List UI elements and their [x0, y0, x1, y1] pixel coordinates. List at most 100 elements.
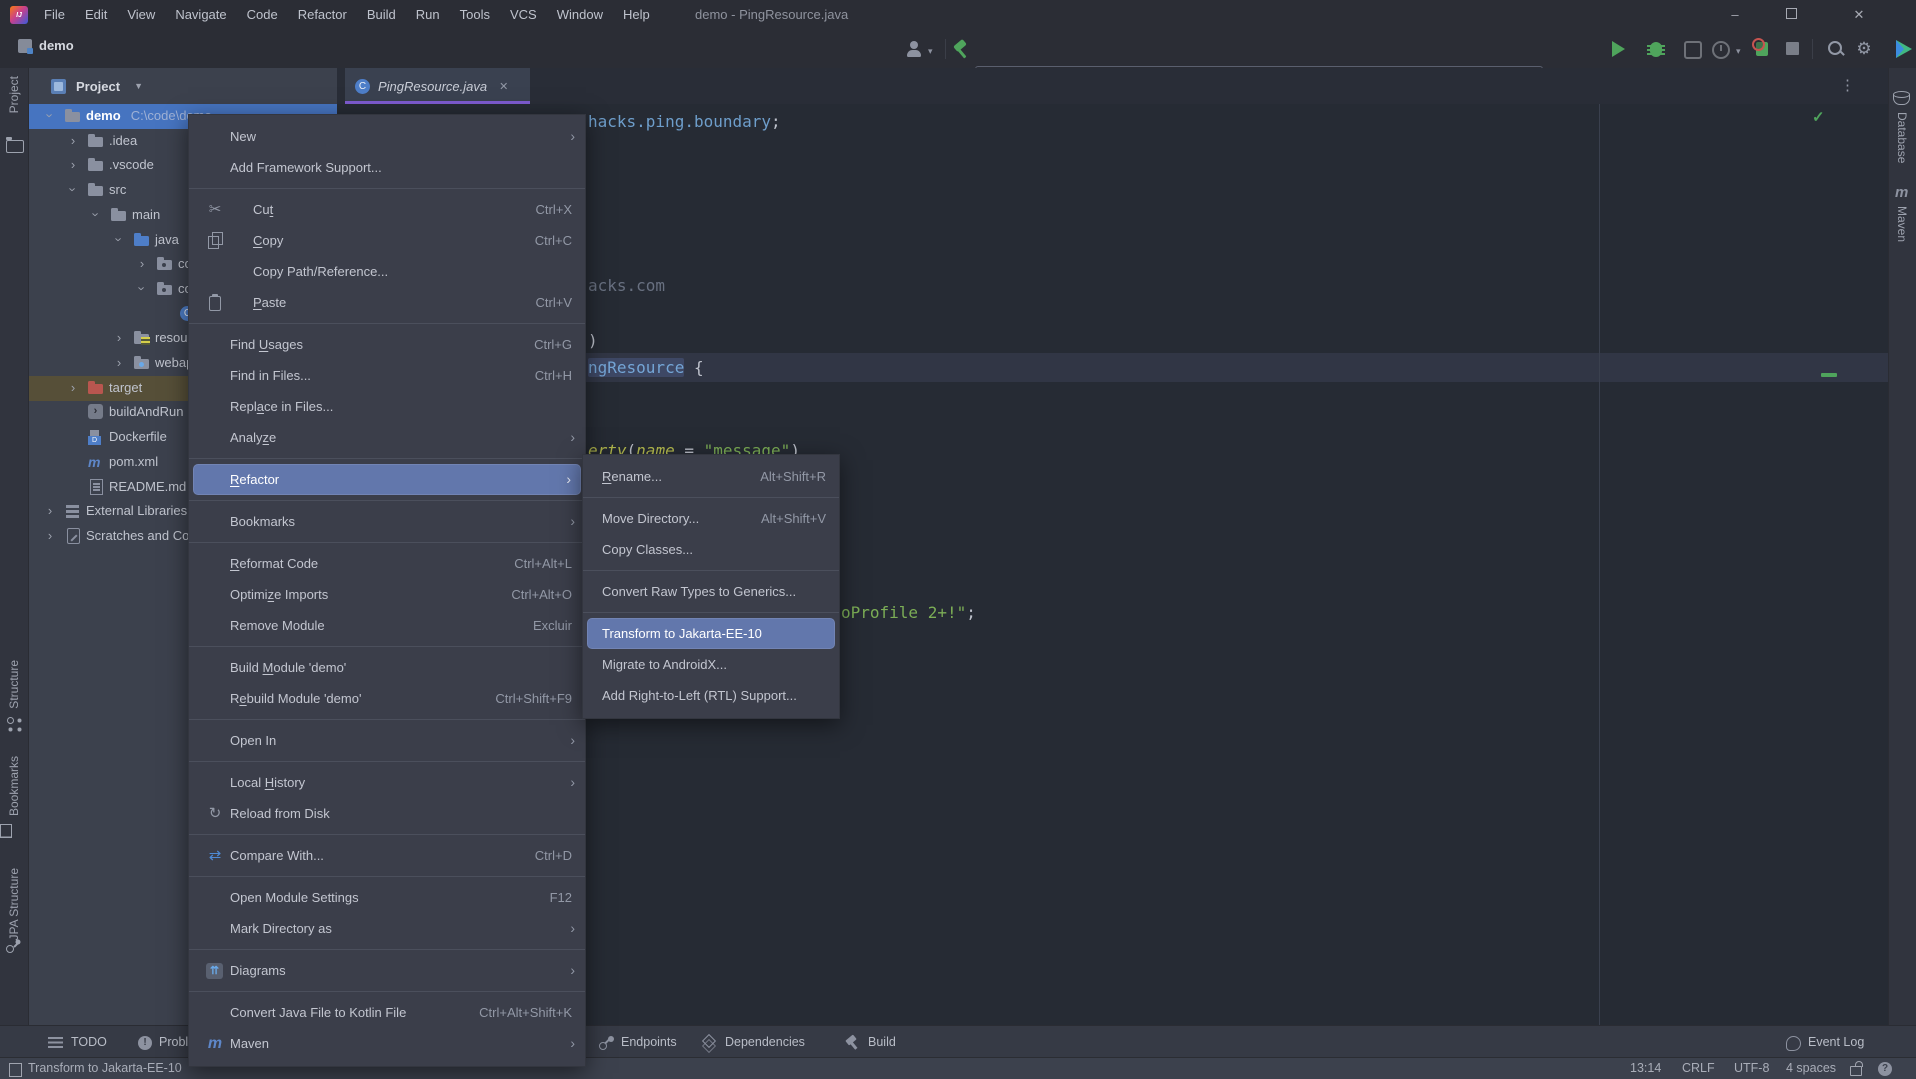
settings-gear-icon[interactable]: ⚙: [1854, 39, 1874, 59]
menu-item-convert-raw-types-to-generics[interactable]: Convert Raw Types to Generics...: [583, 576, 839, 607]
menubar-window[interactable]: Window: [547, 0, 613, 30]
toolwindow-tab-maven[interactable]: Maven: [1888, 206, 1916, 242]
menubar-tools[interactable]: Tools: [450, 0, 500, 30]
toolwindow-tab-bookmarks[interactable]: Bookmarks: [0, 756, 28, 816]
chevron-down-icon[interactable]: ›: [112, 234, 127, 246]
chevron-right-icon[interactable]: ›: [67, 133, 79, 148]
search-everywhere-icon[interactable]: [1828, 41, 1842, 55]
toolwindow-tab-structure[interactable]: Structure: [0, 660, 28, 709]
maven-side-icon[interactable]: m: [1895, 184, 1911, 200]
menu-item-replace-in-files[interactable]: Replace in Files...: [189, 391, 585, 422]
menu-item-copy[interactable]: CopyCtrl+C: [189, 225, 585, 256]
menubar-navigate[interactable]: Navigate: [165, 0, 236, 30]
close-button[interactable]: ✕: [1836, 0, 1882, 30]
menu-item-local-history[interactable]: Local History›: [189, 767, 585, 798]
menu-item-bookmarks[interactable]: Bookmarks›: [189, 506, 585, 537]
menu-item-open-in[interactable]: Open In›: [189, 725, 585, 756]
menu-item-reload-from-disk[interactable]: ↻Reload from Disk: [189, 798, 585, 829]
chevron-right-icon[interactable]: ›: [136, 256, 148, 271]
menu-item-new[interactable]: New›: [189, 121, 585, 152]
menu-item-find-usages[interactable]: Find UsagesCtrl+G: [189, 329, 585, 360]
run-button[interactable]: [1612, 41, 1625, 57]
menubar-refactor[interactable]: Refactor: [288, 0, 357, 30]
debug-button[interactable]: [1650, 42, 1662, 57]
status-indicator-crlf[interactable]: CRLF: [1682, 1061, 1715, 1075]
chevron-right-icon[interactable]: ›: [67, 380, 79, 395]
menu-item-maven[interactable]: mMaven›: [189, 1028, 585, 1059]
menu-item-rebuild-module-demo[interactable]: Rebuild Module 'demo'Ctrl+Shift+F9: [189, 683, 585, 714]
help-settings-icon[interactable]: ?: [1878, 1062, 1892, 1076]
menu-item-build-module-demo[interactable]: Build Module 'demo': [189, 652, 585, 683]
menu-item-copy-classes[interactable]: Copy Classes...: [583, 534, 839, 565]
toolwindow-button-endpoints[interactable]: Endpoints: [598, 1026, 677, 1058]
menu-item-diagrams[interactable]: ⇈Diagrams›: [189, 955, 585, 986]
profiler-button[interactable]: [1712, 41, 1730, 59]
chevron-right-icon[interactable]: ›: [44, 528, 56, 543]
status-indicator-4-spaces[interactable]: 4 spaces: [1786, 1061, 1836, 1075]
status-indicator-13-14[interactable]: 13:14: [1630, 1061, 1661, 1075]
chevron-down-icon[interactable]: ›: [43, 110, 58, 122]
menu-item-move-directory[interactable]: Move Directory...Alt+Shift+V: [583, 503, 839, 534]
menubar-build[interactable]: Build: [357, 0, 406, 30]
event-log-button[interactable]: Event Log: [1786, 1026, 1864, 1058]
menu-item-analyze[interactable]: Analyze›: [189, 422, 585, 453]
database-icon[interactable]: [1893, 90, 1909, 106]
stop-button[interactable]: [1786, 42, 1799, 55]
menu-item-copy-path-reference[interactable]: Copy Path/Reference...: [189, 256, 585, 287]
structure-grid-icon[interactable]: [6, 716, 22, 732]
attach-debugger-button[interactable]: [1756, 42, 1768, 56]
maximize-button[interactable]: [1768, 0, 1814, 30]
bookmark-icon[interactable]: [0, 824, 12, 838]
toolwindow-button-build[interactable]: Build: [845, 1026, 896, 1058]
menubar-help[interactable]: Help: [613, 0, 660, 30]
toolwindow-button-dependencies[interactable]: Dependencies: [702, 1026, 805, 1058]
tab-pingresource-java[interactable]: C PingResource.java ✕: [345, 68, 530, 104]
menu-item-refactor[interactable]: Refactor›: [193, 464, 581, 495]
toolwindow-button-todo[interactable]: TODO: [48, 1026, 107, 1058]
chevron-right-icon[interactable]: ›: [67, 157, 79, 172]
editor-options-icon[interactable]: ⋮: [1840, 76, 1855, 94]
menubar-run[interactable]: Run: [406, 0, 450, 30]
user-profile-icon[interactable]: [905, 39, 925, 59]
menu-item-compare-with[interactable]: ⇄Compare With...Ctrl+D: [189, 840, 585, 871]
tab-close-icon[interactable]: ✕: [499, 80, 508, 93]
user-dropdown-caret-icon[interactable]: ▾: [928, 46, 933, 57]
menubar-view[interactable]: View: [117, 0, 165, 30]
menu-item-paste[interactable]: PasteCtrl+V: [189, 287, 585, 318]
menubar-edit[interactable]: Edit: [75, 0, 117, 30]
project-breadcrumb[interactable]: demo: [18, 38, 74, 53]
minimize-button[interactable]: –: [1712, 0, 1758, 30]
menu-item-find-in-files[interactable]: Find in Files...Ctrl+H: [189, 360, 585, 391]
toolwindow-tab-project[interactable]: Project: [0, 76, 28, 113]
toolwindow-tab-jpa-structure[interactable]: JPA Structure: [0, 868, 28, 940]
project-folder-icon[interactable]: [6, 140, 24, 153]
toolwindow-tab-database[interactable]: Database: [1888, 112, 1916, 163]
jpa-structure-icon[interactable]: [6, 938, 22, 954]
project-panel-header[interactable]: Project ▼: [29, 68, 337, 104]
inspections-ok-checkmark-icon[interactable]: ✓: [1812, 108, 1825, 126]
project-view-caret-icon[interactable]: ▼: [134, 81, 143, 91]
build-hammer-icon[interactable]: [952, 39, 972, 59]
menu-item-cut[interactable]: ✂CutCtrl+X: [189, 194, 585, 225]
menu-item-migrate-to-androidx[interactable]: Migrate to AndroidX...: [583, 649, 839, 680]
menu-item-transform-to-jakarta-ee-10[interactable]: Transform to Jakarta-EE-10: [587, 618, 835, 649]
chevron-right-icon[interactable]: ›: [113, 330, 125, 345]
menu-item-convert-java-file-to-kotlin-file[interactable]: Convert Java File to Kotlin FileCtrl+Alt…: [189, 997, 585, 1028]
status-indicator-utf-8[interactable]: UTF-8: [1734, 1061, 1769, 1075]
menubar-file[interactable]: File: [34, 0, 75, 30]
unlock-icon[interactable]: [1850, 1066, 1862, 1076]
menu-item-rename[interactable]: Rename...Alt+Shift+R: [583, 461, 839, 492]
menu-item-optimize-imports[interactable]: Optimize ImportsCtrl+Alt+O: [189, 579, 585, 610]
menu-item-remove-module[interactable]: Remove ModuleExcluir: [189, 610, 585, 641]
menu-item-add-framework-support[interactable]: Add Framework Support...: [189, 152, 585, 183]
chevron-right-icon[interactable]: ›: [113, 355, 125, 370]
menu-item-mark-directory-as[interactable]: Mark Directory as›: [189, 913, 585, 944]
menu-item-reformat-code[interactable]: Reformat CodeCtrl+Alt+L: [189, 548, 585, 579]
profiler-dropdown-caret-icon[interactable]: ▾: [1736, 46, 1741, 57]
menu-item-open-module-settings[interactable]: Open Module SettingsF12: [189, 882, 585, 913]
chevron-right-icon[interactable]: ›: [44, 503, 56, 518]
chevron-down-icon[interactable]: ›: [66, 184, 81, 196]
chevron-down-icon[interactable]: ›: [89, 209, 104, 221]
menu-item-add-right-to-left-rtl-support[interactable]: Add Right-to-Left (RTL) Support...: [583, 680, 839, 711]
run-with-coverage-button[interactable]: [1684, 41, 1702, 59]
